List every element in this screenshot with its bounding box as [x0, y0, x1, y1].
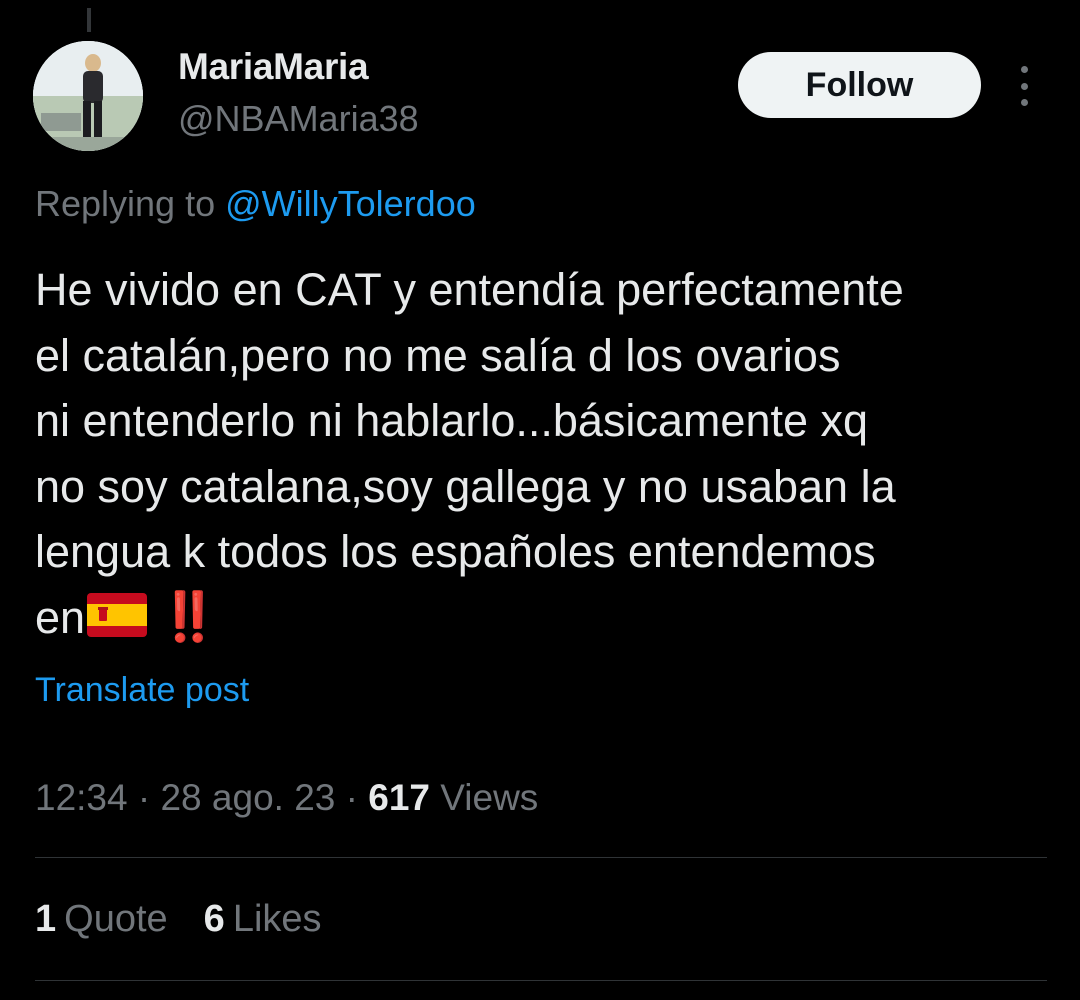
double-exclamation-icon: ‼️ [159, 590, 219, 644]
quotes-stat[interactable]: 1 Quote [35, 898, 168, 941]
tweet-text-last-line: en ‼️ [35, 585, 1045, 651]
tweet-text-line: lengua k todos los españoles entendemos [35, 526, 876, 577]
quotes-count: 1 [35, 898, 57, 940]
avatar[interactable] [33, 41, 143, 151]
avatar-photo-icon [33, 41, 143, 151]
likes-label: Likes [232, 898, 322, 940]
display-name[interactable]: MariaMaria [178, 46, 369, 88]
dot [1020, 99, 1028, 106]
divider [35, 857, 1047, 858]
engagement-stats: 1 Quote 6 Likes [35, 898, 322, 941]
translate-post-link[interactable]: Translate post [35, 671, 249, 710]
thread-connector-line [87, 8, 91, 32]
views-count: 617 [368, 777, 430, 818]
divider [35, 980, 1047, 981]
quotes-label: Quote [64, 898, 168, 940]
tweet-date[interactable]: 28 ago. 23 [160, 777, 335, 818]
likes-stat[interactable]: 6 Likes [204, 898, 322, 941]
tweet-text-line: en [35, 591, 86, 643]
dot [1020, 82, 1028, 90]
reply-mention-link[interactable]: @WillyTolerdoo [225, 183, 476, 224]
replying-to-label: Replying to [35, 183, 216, 224]
views-label: Views [440, 777, 539, 818]
replying-to: Replying to @WillyTolerdoo [35, 183, 476, 225]
user-handle[interactable]: @NBAMaria38 [178, 98, 419, 140]
spain-flag-icon [87, 592, 148, 637]
tweet-time[interactable]: 12:34 [35, 777, 128, 818]
likes-count: 6 [203, 898, 225, 940]
meta-separator: · [137, 777, 151, 818]
tweet-text-line: He vivido en CAT y entendía perfectament… [35, 264, 904, 315]
tweet-text-line: ni entenderlo ni hablarlo...básicamente … [35, 395, 869, 446]
meta-separator: · [345, 777, 358, 818]
dot [1020, 66, 1028, 73]
more-vertical-icon[interactable] [1012, 66, 1036, 106]
tweet-text: He vivido en CAT y entendía perfectament… [35, 257, 1045, 650]
tweet-meta: 12:34 · 28 ago. 23 · 617 Views [35, 777, 538, 819]
tweet-text-line: no soy catalana,soy gallega y no usaban … [35, 460, 896, 512]
tweet-text-line: el catalán,pero no me salía d los ovario… [35, 329, 841, 381]
follow-button[interactable]: Follow [738, 52, 981, 118]
